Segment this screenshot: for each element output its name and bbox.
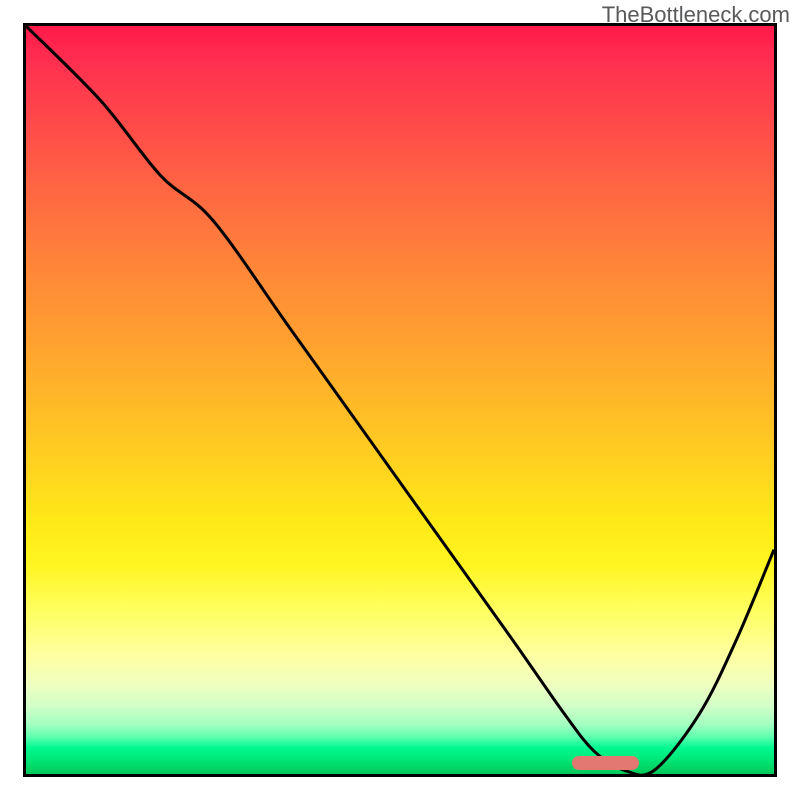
chart-plot-area	[23, 23, 777, 777]
bottleneck-curve-line	[26, 26, 774, 774]
watermark-text: TheBottleneck.com	[602, 2, 790, 28]
chart-curve-svg	[26, 26, 774, 774]
optimal-range-marker	[572, 756, 639, 770]
